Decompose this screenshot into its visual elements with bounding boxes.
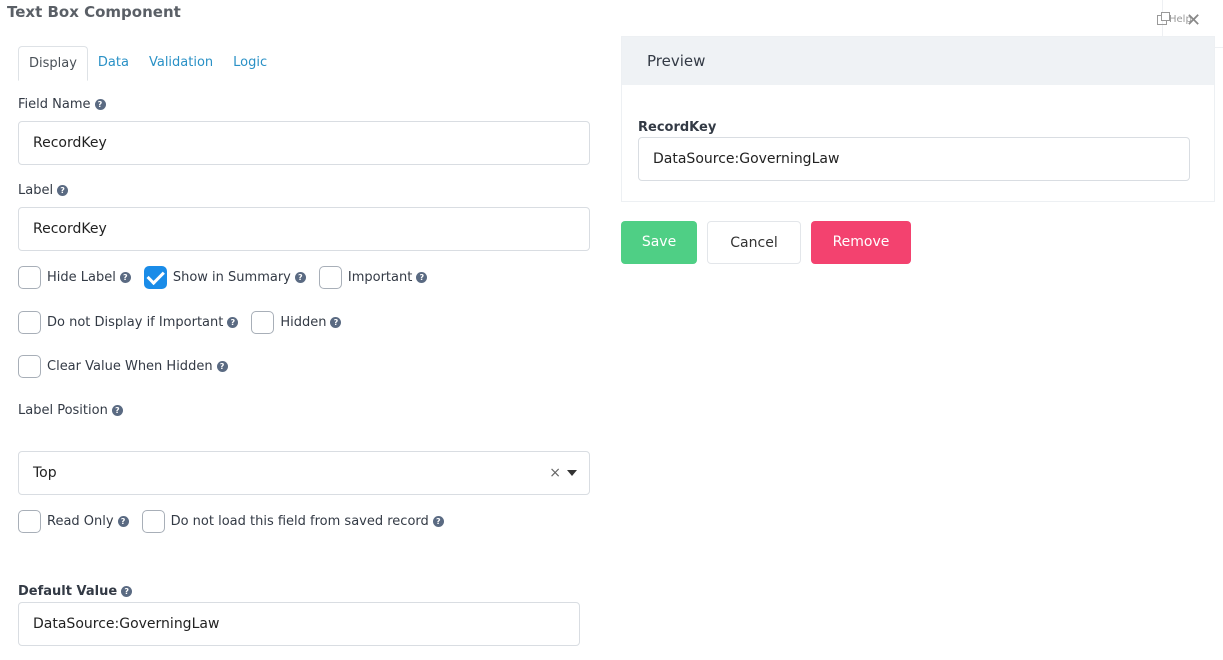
help-icon[interactable]: ?	[227, 317, 239, 328]
help-icon[interactable]: ?	[111, 405, 123, 416]
important-option[interactable]: Important?	[318, 266, 428, 289]
hidden-text: Hidden	[280, 315, 327, 330]
clear-value-checkbox[interactable]	[18, 355, 41, 378]
default-value-input[interactable]: DataSource:GoverningLaw	[18, 602, 580, 646]
hide-label-text: Hide Label	[47, 270, 116, 285]
checkbox-row: Do not Display if Important? Hidden?	[18, 311, 354, 334]
do-not-display-text: Do not Display if Important	[47, 315, 224, 330]
read-only-option[interactable]: Read Only?	[18, 510, 129, 533]
important-checkbox[interactable]	[318, 266, 342, 289]
checkbox-row: Clear Value When Hidden?	[18, 355, 241, 378]
preview-panel: Preview RecordKey DataSource:GoverningLa…	[621, 36, 1215, 202]
tab-bar: Display Data Validation Logic	[18, 46, 590, 81]
help-icon[interactable]: ?	[432, 516, 444, 527]
cancel-button[interactable]: Cancel	[707, 221, 801, 264]
read-only-text: Read Only	[47, 514, 114, 529]
help-icon[interactable]: ?	[119, 272, 131, 283]
show-in-summary-checkbox[interactable]	[143, 266, 167, 289]
tab-display[interactable]: Display	[18, 46, 88, 81]
help-icon[interactable]: ?	[94, 99, 106, 110]
important-text: Important	[347, 270, 413, 285]
help-icon[interactable]: ?	[57, 185, 69, 196]
save-button[interactable]: Save	[621, 221, 697, 264]
do-not-display-option[interactable]: Do not Display if Important?	[18, 311, 239, 334]
label-input[interactable]: RecordKey	[18, 207, 590, 251]
show-in-summary-text: Show in Summary	[172, 270, 291, 285]
do-not-load-checkbox[interactable]	[141, 510, 165, 533]
field-name-label-text: Field Name	[18, 97, 91, 112]
hide-label-checkbox[interactable]	[18, 266, 41, 289]
show-in-summary-option[interactable]: Show in Summary?	[143, 266, 306, 289]
do-not-display-checkbox[interactable]	[18, 311, 41, 334]
hidden-option[interactable]: Hidden?	[251, 311, 342, 334]
do-not-load-text: Do not load this field from saved record	[170, 514, 429, 529]
preview-title: Preview	[622, 37, 1214, 85]
chevron-down-icon[interactable]	[567, 470, 577, 476]
tab-validation[interactable]: Validation	[139, 46, 223, 81]
read-only-checkbox[interactable]	[18, 510, 41, 533]
do-not-load-option[interactable]: Do not load this field from saved record…	[141, 510, 444, 533]
remove-button[interactable]: Remove	[811, 221, 911, 264]
default-value-label-text: Default Value	[18, 584, 118, 599]
help-icon[interactable]: ?	[216, 361, 228, 372]
label-position-label-text: Label Position	[18, 403, 108, 418]
help-icon[interactable]: ?	[416, 272, 428, 283]
label-label-text: Label	[18, 183, 54, 198]
label-label: Label ?	[18, 183, 69, 198]
label-position-value: Top	[33, 465, 57, 481]
checkbox-row: Hide Label? Show in Summary? Important?	[18, 266, 440, 289]
label-position-label: Label Position ?	[18, 403, 123, 418]
clear-icon[interactable]: ×	[549, 452, 561, 494]
help-icon[interactable]: ?	[330, 317, 342, 328]
close-icon[interactable]: ✕	[1186, 10, 1201, 31]
checkbox-row: Read Only? Do not load this field from s…	[18, 510, 457, 533]
hidden-checkbox[interactable]	[251, 311, 275, 334]
page-title: Text Box Component	[7, 3, 181, 21]
preview-field-input[interactable]: DataSource:GoverningLaw	[638, 137, 1190, 181]
default-value-label: Default Value ?	[18, 584, 133, 599]
clear-value-text: Clear Value When Hidden	[47, 359, 213, 374]
preview-field-label: RecordKey	[638, 120, 717, 135]
clear-value-option[interactable]: Clear Value When Hidden?	[18, 355, 228, 378]
label-position-select[interactable]: Top ×	[18, 451, 590, 495]
field-name-label: Field Name ?	[18, 97, 106, 112]
help-icon[interactable]: ?	[294, 272, 306, 283]
help-icon[interactable]: ?	[121, 586, 133, 597]
tab-logic[interactable]: Logic	[223, 46, 277, 81]
tab-data[interactable]: Data	[88, 46, 139, 81]
help-icon[interactable]: ?	[117, 516, 129, 527]
hide-label-option[interactable]: Hide Label?	[18, 266, 131, 289]
external-link-icon	[1157, 11, 1170, 25]
field-name-input[interactable]: RecordKey	[18, 121, 590, 165]
